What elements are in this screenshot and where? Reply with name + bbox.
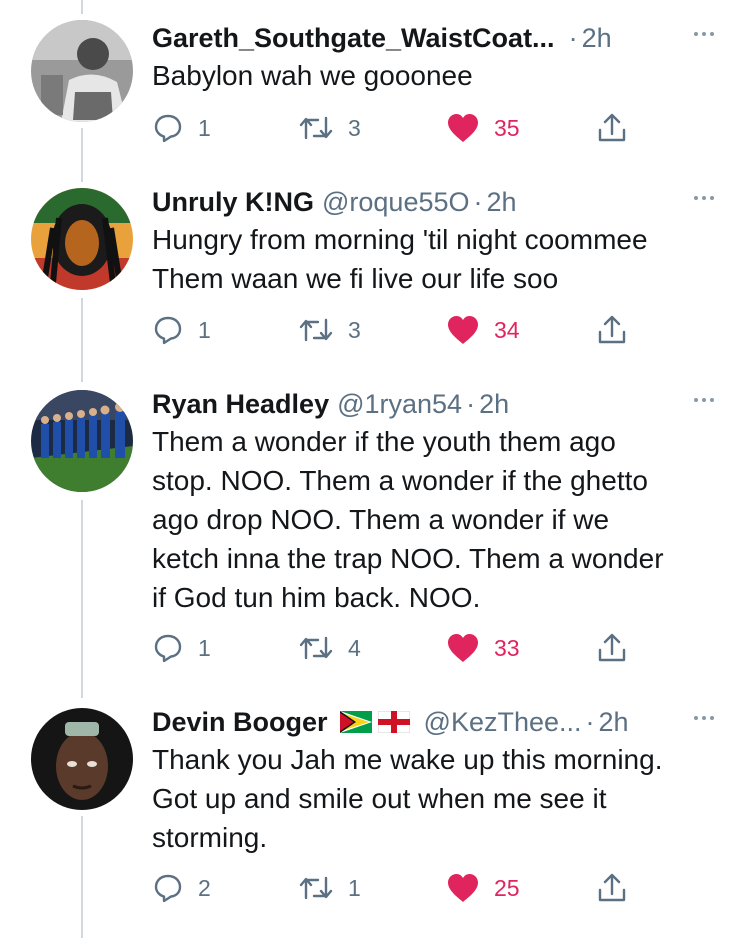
tweet[interactable]: Devin Booger @KezThee... · 2h Thank you … [0, 702, 749, 938]
like-heart-icon [448, 874, 478, 902]
tweet-text-line: Thank you Jah me wake up this morning. [152, 744, 663, 775]
share-icon [598, 633, 626, 662]
retweet-icon [299, 318, 333, 342]
retweet-count: 4 [348, 634, 361, 661]
reply-button[interactable]: 1 [152, 310, 211, 350]
tweet-text-line: stop. NOO. Them a wonder if the ghetto [152, 465, 648, 496]
more-options-icon[interactable] [689, 24, 719, 44]
share-button[interactable] [596, 108, 628, 148]
separator-dot: · [473, 186, 483, 217]
like-count: 33 [494, 634, 520, 661]
reply-count: 1 [198, 114, 211, 141]
tweet-text-line: Babylon wah we gooonee [152, 60, 473, 91]
like-heart-icon [448, 634, 478, 662]
reply-count: 2 [198, 874, 211, 901]
timestamp[interactable]: 2h [599, 707, 629, 738]
share-button[interactable] [596, 310, 628, 350]
like-heart-icon [448, 114, 478, 142]
reply-count: 1 [198, 634, 211, 661]
separator-dot: · [585, 706, 595, 737]
username-handle[interactable]: @roque55O [322, 187, 470, 218]
tweet-text-line: ketch inna the trap NOO. Them a wonder [152, 543, 664, 574]
avatar[interactable] [31, 390, 133, 492]
tweet-actions: 1 3 34 [152, 310, 632, 350]
tweet-actions: 2 1 25 [152, 868, 632, 908]
tweet-text: Babylon wah we gooonee [152, 56, 729, 95]
tweet-text-line: Them a wonder if the youth them ago [152, 426, 616, 457]
share-button[interactable] [596, 628, 628, 668]
like-button[interactable]: 35 [446, 108, 520, 148]
thread-line [81, 0, 83, 14]
profile-flags [339, 711, 410, 733]
retweet-button[interactable]: 4 [298, 628, 361, 668]
tweet[interactable]: Gareth_Southgate_WaistCoat... · 2h Babyl… [0, 18, 749, 168]
like-count: 35 [494, 114, 520, 141]
reply-button[interactable]: 1 [152, 108, 211, 148]
display-name[interactable]: Unruly K!NG [152, 187, 314, 218]
like-button[interactable]: 34 [446, 310, 520, 350]
tweet-actions: 1 4 33 [152, 628, 632, 668]
reply-icon [154, 874, 182, 903]
display-name[interactable]: Gareth_Southgate_WaistCoat... [152, 23, 555, 54]
share-button[interactable] [596, 868, 628, 908]
retweet-button[interactable]: 3 [298, 310, 361, 350]
more-options-icon[interactable] [689, 390, 719, 410]
share-icon [598, 315, 626, 344]
like-button[interactable]: 33 [446, 628, 520, 668]
timestamp[interactable]: 2h [582, 23, 612, 54]
username-handle[interactable]: @KezThee... [424, 707, 582, 738]
timestamp[interactable]: 2h [479, 389, 509, 420]
tweet-actions: 1 3 35 [152, 108, 632, 148]
tweet-text-line: if God tun him back. NOO. [152, 582, 481, 613]
avatar[interactable] [31, 20, 133, 122]
tweet-text-line: ago drop NOO. Them a wonder if we [152, 504, 610, 535]
like-heart-icon [448, 316, 478, 344]
timestamp[interactable]: 2h [487, 187, 517, 218]
guyana-flag-icon [339, 711, 372, 733]
avatar[interactable] [31, 708, 133, 810]
tweet-text: Thank you Jah me wake up this morning. G… [152, 740, 729, 857]
tweet-text-line: Got up and smile out when me see it [152, 783, 607, 814]
share-icon [598, 873, 626, 902]
more-options-icon[interactable] [689, 708, 719, 728]
like-count: 25 [494, 874, 520, 901]
england-flag-icon [377, 711, 410, 733]
reply-icon [154, 316, 182, 345]
avatar[interactable] [31, 188, 133, 290]
more-options-icon[interactable] [689, 188, 719, 208]
reply-button[interactable]: 1 [152, 628, 211, 668]
retweet-count: 1 [348, 874, 361, 901]
tweet-text-line: Them waan we fi live our life soo [152, 263, 559, 294]
separator-dot: · [466, 388, 476, 419]
reply-button[interactable]: 2 [152, 868, 211, 908]
display-name[interactable]: Devin Booger [152, 707, 328, 738]
retweet-icon [299, 636, 333, 660]
like-count: 34 [494, 316, 520, 343]
tweet-header: Gareth_Southgate_WaistCoat... · 2h [152, 18, 719, 58]
tweet-text-line: Hungry from morning 'til night coommee [152, 224, 648, 255]
retweet-count: 3 [348, 316, 361, 343]
tweet-header: Ryan Headley @1ryan54 · 2h [152, 384, 719, 424]
reply-count: 1 [198, 316, 211, 343]
reply-icon [154, 634, 182, 663]
retweet-count: 3 [348, 114, 361, 141]
tweet-header: Devin Booger @KezThee... · 2h [152, 702, 719, 742]
display-name[interactable]: Ryan Headley [152, 389, 329, 420]
reply-icon [154, 114, 182, 143]
username-handle[interactable]: @1ryan54 [337, 389, 462, 420]
tweet-text: Hungry from morning 'til night coommee T… [152, 220, 729, 298]
retweet-icon [299, 116, 333, 140]
share-icon [598, 113, 626, 142]
retweet-button[interactable]: 1 [298, 868, 361, 908]
tweet[interactable]: Unruly K!NG @roque55O · 2h Hungry from m… [0, 182, 749, 362]
tweet[interactable]: Ryan Headley @1ryan54 · 2h Them a wonder… [0, 384, 749, 684]
separator-dot: · [568, 22, 578, 53]
tweet-header: Unruly K!NG @roque55O · 2h [152, 182, 719, 222]
like-button[interactable]: 25 [446, 868, 520, 908]
retweet-button[interactable]: 3 [298, 108, 361, 148]
tweet-text: Them a wonder if the youth them ago stop… [152, 422, 729, 617]
retweet-icon [299, 876, 333, 900]
tweet-text-line: storming. [152, 822, 268, 853]
